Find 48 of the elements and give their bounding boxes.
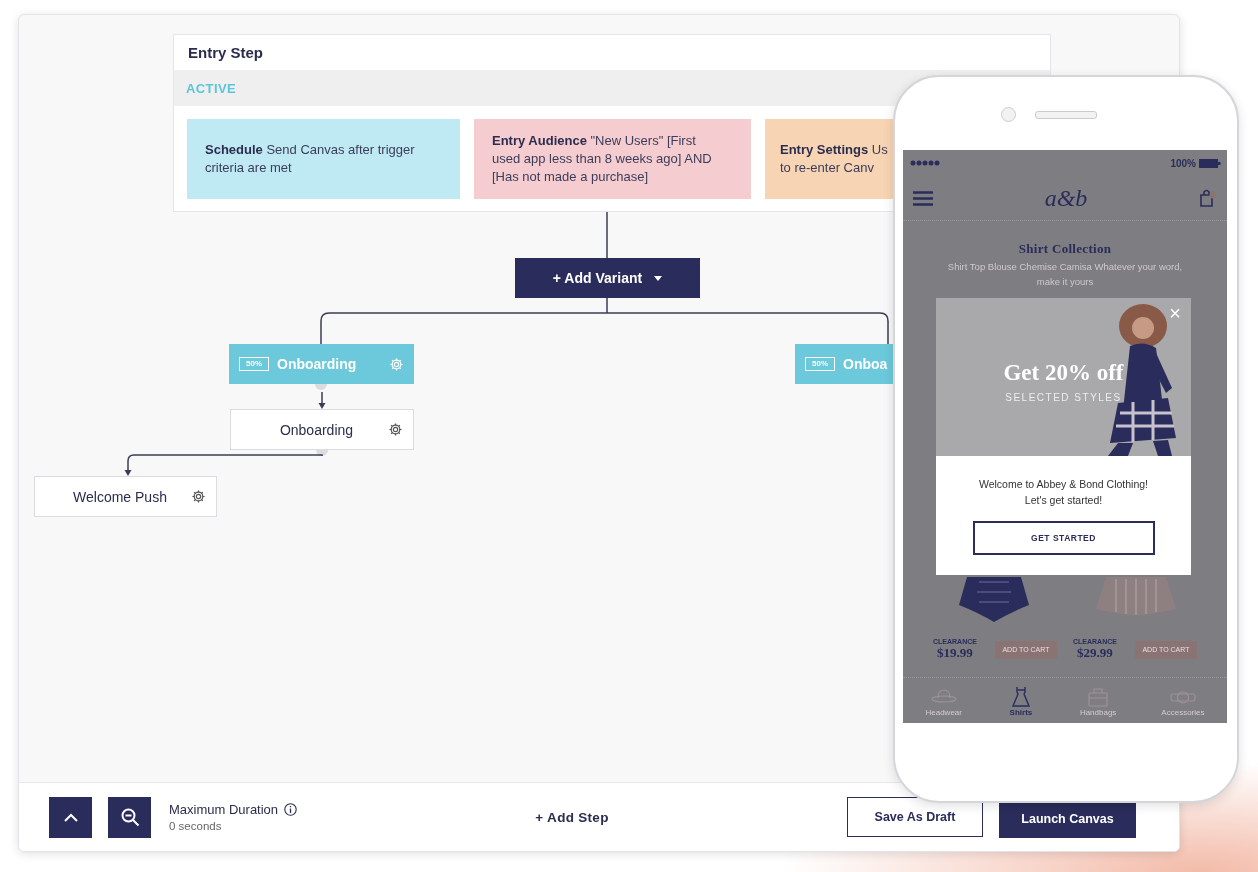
hat-icon: [931, 688, 957, 703]
signal-icon: [910, 160, 940, 166]
menu-icon[interactable]: [913, 190, 933, 206]
zoom-out-button[interactable]: [108, 796, 151, 838]
entry-criteria-card[interactable]: Entry Settings Us to re-enter Canv: [765, 119, 894, 199]
handbag-icon: [1088, 687, 1108, 707]
duration-value: 0 seconds: [169, 820, 223, 832]
promo-headline: Get 20% off: [1002, 360, 1125, 386]
get-started-button[interactable]: GET STARTED: [972, 521, 1155, 555]
share-badge: 50%: [805, 357, 835, 371]
shopping-bag-icon[interactable]: [1199, 189, 1217, 207]
collapse-button[interactable]: [49, 796, 92, 838]
collection-subtitle: Shirt Top Blouse Chemise Camisa Whatever your word, make it yours: [946, 260, 1184, 289]
chevron-up-icon: [63, 812, 78, 822]
welcome-message: Welcome to Abbey & Bond Clothing! Let's get started!: [977, 477, 1150, 508]
gear-icon[interactable]: [388, 422, 403, 437]
caret-icon: [654, 275, 663, 281]
connector-handle[interactable]: [315, 384, 327, 390]
price: $19.99: [937, 645, 973, 661]
promo-subhead: SELECTED STYLES: [1004, 392, 1123, 403]
zoom-out-icon: [119, 807, 140, 827]
connector-handle[interactable]: [316, 450, 328, 456]
status-label: ACTIVE: [186, 80, 237, 96]
battery-level: 100%: [1170, 157, 1196, 169]
step-node[interactable]: Welcome Push: [34, 476, 217, 517]
entry-criteria-card[interactable]: Schedule Send Canvas after trigger criteria are met: [187, 119, 460, 199]
battery-icon: [1199, 158, 1221, 168]
collection-title: Shirt Collection: [1017, 241, 1113, 257]
variant-name: Onboa: [843, 356, 888, 372]
variant-name: Onboarding: [277, 356, 357, 372]
duration-label: Maximum Duration: [169, 802, 279, 817]
add-variant-button[interactable]: + Add Variant: [515, 258, 700, 298]
dress-icon: [1011, 685, 1030, 707]
add-step-button[interactable]: + Add Step: [529, 808, 615, 826]
price: $29.99: [1077, 645, 1113, 661]
brand-logo: a&b: [1044, 184, 1088, 212]
camera-dot: [1001, 107, 1016, 122]
entry-criteria-card[interactable]: Entry Audience "New Users" [First used app less than 8 weeks ago] AND [Has not made a purchase]: [474, 119, 751, 199]
save-draft-button[interactable]: Save As Draft: [847, 797, 983, 837]
connector-arrow: [318, 391, 326, 409]
watch-icon: [1170, 690, 1196, 704]
step-node[interactable]: Onboarding: [230, 409, 414, 450]
speaker-slot: [1035, 111, 1097, 119]
info-icon[interactable]: [284, 803, 298, 816]
entry-step-title: Entry Step: [188, 44, 263, 61]
connector-line: [606, 211, 608, 259]
gear-icon[interactable]: [191, 489, 206, 504]
share-badge: 50%: [239, 357, 269, 371]
